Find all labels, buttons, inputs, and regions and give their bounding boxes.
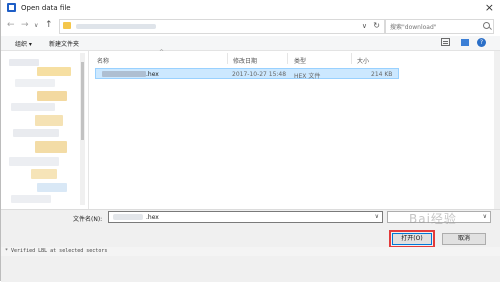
file-list: 名称 ^ 修改日期 类型 大小 .hex 2017-10-27 15:48 HE… <box>89 49 500 209</box>
file-name-blurred <box>102 71 146 77</box>
command-bar: 组织 ▾ 新建文件夹 ? <box>1 36 500 51</box>
background-window-edge <box>494 51 500 209</box>
nav-item-blurred[interactable] <box>9 59 39 66</box>
search-input[interactable] <box>388 20 482 34</box>
search-box[interactable] <box>385 19 494 34</box>
title-bar: Open data file × <box>1 0 500 16</box>
file-type: HEX 文件 <box>294 73 321 80</box>
navigation-bar: ← → ∨ ↑ ∨ ↻ <box>1 16 500 36</box>
column-header-size[interactable]: 大小 <box>357 56 369 65</box>
highlight-box <box>389 230 435 248</box>
chevron-down-icon[interactable]: ∨ <box>362 22 367 30</box>
nav-item-blurred[interactable] <box>37 67 71 76</box>
filename-input[interactable]: .hex ∨ <box>108 211 383 223</box>
column-header-date[interactable]: 修改日期 <box>233 56 257 65</box>
address-path-blurred <box>76 24 156 29</box>
address-bar[interactable]: ∨ ↻ <box>59 19 385 34</box>
nav-item-blurred[interactable] <box>35 141 67 153</box>
nav-item-blurred[interactable] <box>15 79 55 87</box>
refresh-icon[interactable]: ↻ <box>373 21 380 30</box>
preview-pane-icon[interactable] <box>461 39 469 46</box>
file-size: 214 KB <box>371 71 393 78</box>
back-arrow-icon[interactable]: ← <box>7 20 15 30</box>
dialog-footer: 文件名(N): .hex ∨ ∨ Bai经验 打开(O) 取消 * Verifi… <box>1 209 500 282</box>
nav-pane-scrollbar-thumb[interactable] <box>81 62 84 140</box>
close-icon[interactable]: × <box>485 1 494 14</box>
recent-locations-icon[interactable]: ∨ <box>34 22 38 29</box>
nav-item-blurred[interactable] <box>35 115 63 126</box>
help-icon[interactable]: ? <box>477 38 486 47</box>
column-header-type[interactable]: 类型 <box>294 56 306 65</box>
filename-blurred <box>113 214 143 220</box>
filename-label: 文件名(N): <box>73 216 103 223</box>
column-divider[interactable] <box>227 53 228 64</box>
sort-caret-icon: ^ <box>159 49 165 56</box>
watermark: Bai经验 <box>409 212 457 226</box>
nav-item-blurred[interactable] <box>37 183 67 192</box>
up-arrow-icon[interactable]: ↑ <box>45 20 53 30</box>
search-icon[interactable] <box>483 22 490 29</box>
app-icon <box>7 3 16 12</box>
nav-item-blurred[interactable] <box>9 157 59 166</box>
column-divider[interactable] <box>287 53 288 64</box>
file-name: .hex <box>146 71 159 78</box>
filename-value: .hex <box>146 214 159 221</box>
nav-item-blurred[interactable] <box>37 91 67 101</box>
file-modified: 2017-10-27 15:48 <box>232 71 287 78</box>
chevron-down-icon[interactable]: ∨ <box>483 213 487 220</box>
view-options-icon[interactable] <box>441 38 450 46</box>
nav-item-blurred[interactable] <box>11 195 51 203</box>
navigation-pane <box>1 51 89 209</box>
forward-arrow-icon[interactable]: → <box>21 20 29 30</box>
nav-item-blurred[interactable] <box>11 103 55 111</box>
open-file-dialog: Open data file × ← → ∨ ↑ ∨ ↻ 组织 ▾ 新建文件夹 … <box>0 0 500 282</box>
column-header-name[interactable]: 名称 <box>97 56 109 65</box>
folder-icon <box>63 22 71 29</box>
background-status-line: * Verified LBL at selected sectors <box>1 247 500 256</box>
nav-item-blurred[interactable] <box>31 169 57 179</box>
nav-item-blurred[interactable] <box>13 129 59 137</box>
window-title: Open data file <box>21 4 71 12</box>
new-folder-button[interactable]: 新建文件夹 <box>49 39 79 48</box>
chevron-down-icon[interactable]: ∨ <box>375 213 379 220</box>
column-divider[interactable] <box>351 53 352 64</box>
cancel-button[interactable]: 取消 <box>442 233 486 245</box>
status-text: * Verified LBL at selected sectors <box>5 248 108 254</box>
file-row[interactable]: .hex 2017-10-27 15:48 HEX 文件 214 KB <box>95 68 399 80</box>
organize-button[interactable]: 组织 ▾ <box>15 39 32 48</box>
